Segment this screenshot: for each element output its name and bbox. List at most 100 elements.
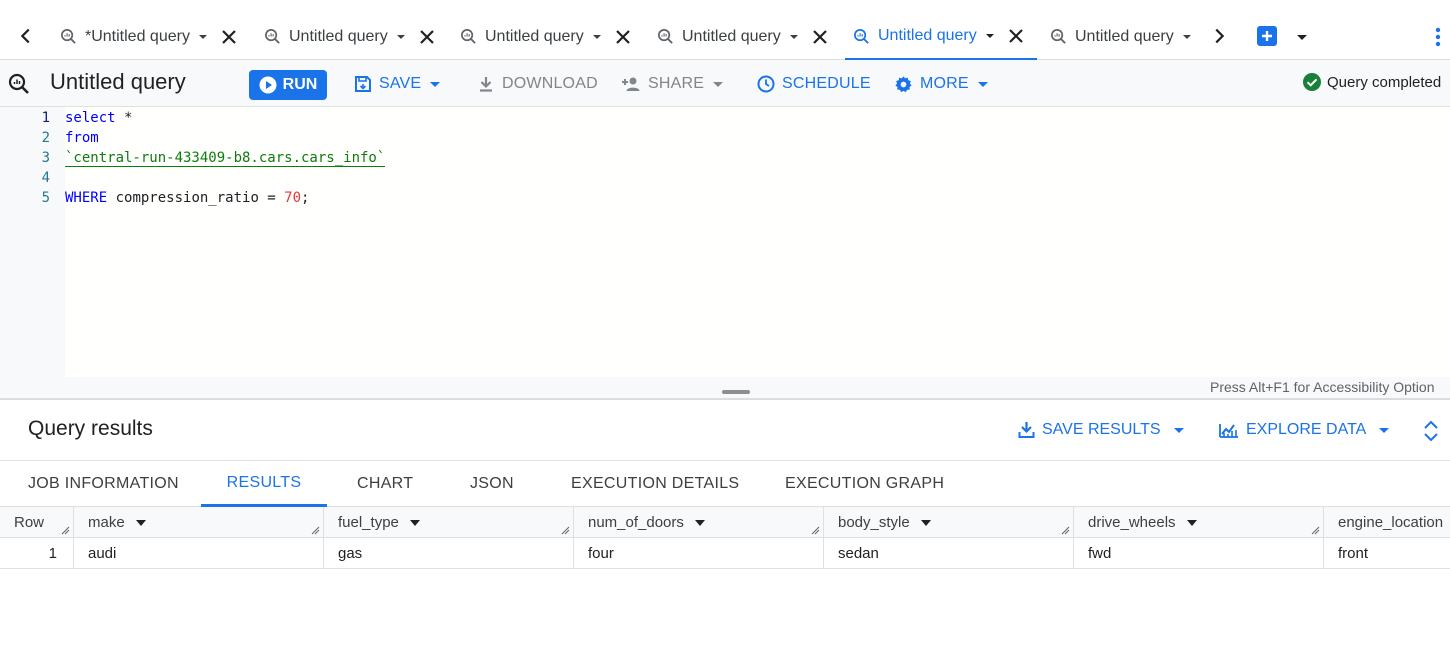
sort-dropdown-icon[interactable] — [694, 517, 706, 529]
query-tab[interactable]: Untitled query — [256, 14, 438, 59]
table-cell[interactable]: audi — [74, 538, 324, 569]
chevron-down-icon[interactable] — [983, 29, 997, 43]
column-header-num-of-doors[interactable]: num_of_doors — [574, 507, 824, 538]
chevron-down-icon — [977, 82, 988, 87]
resize-icon[interactable] — [561, 526, 570, 535]
column-header-fuel-type[interactable]: fuel_type — [324, 507, 574, 538]
close-icon[interactable] — [218, 26, 240, 48]
code-area[interactable] — [65, 107, 1450, 377]
table-cell[interactable]: gas — [324, 538, 574, 569]
sort-dropdown-icon[interactable] — [1186, 517, 1198, 529]
column-header-label: drive_wheels — [1088, 514, 1176, 531]
sql-text: * — [115, 110, 133, 126]
sort-dropdown-icon[interactable] — [920, 517, 932, 529]
query-tab[interactable]: *Untitled query — [52, 14, 240, 59]
query-icon — [265, 29, 280, 44]
add-query-plus-icon[interactable] — [1257, 26, 1277, 46]
table-row[interactable]: 1 audi gas four sedan fwd front — [0, 538, 1450, 569]
tab-label: Untitled query — [682, 27, 781, 45]
code-line[interactable]: `central-run-433409-b8.cars.cars_info` — [65, 150, 386, 167]
chevron-down-icon[interactable] — [787, 30, 801, 44]
query-icon — [8, 73, 29, 94]
code-line[interactable]: WHERE compression_ratio = 70; — [65, 190, 309, 206]
close-icon[interactable] — [612, 26, 634, 48]
tab-job-information[interactable]: JOB INFORMATION — [28, 461, 179, 507]
resize-drag-handle[interactable] — [722, 390, 750, 394]
close-icon[interactable] — [416, 26, 438, 48]
column-header-label: fuel_type — [338, 514, 399, 531]
sql-text: compression_ratio = — [107, 190, 285, 206]
chevron-down-icon — [430, 82, 441, 87]
tab-results[interactable]: RESULTS — [201, 461, 327, 507]
sql-table-reference[interactable]: `central-run-433409-b8.cars.cars_info` — [65, 150, 386, 167]
table-cell[interactable]: sedan — [824, 538, 1074, 569]
query-tab[interactable]: Untitled query — [1042, 14, 1194, 59]
resize-icon[interactable] — [1061, 526, 1070, 535]
query-tab-active[interactable]: Untitled query — [845, 14, 1037, 60]
insights-chart-icon — [1219, 424, 1238, 438]
tab-label: Untitled query — [289, 27, 388, 45]
column-header-label: num_of_doors — [588, 514, 684, 531]
results-tab-bar: JOB INFORMATION RESULTS CHART JSON EXECU… — [0, 460, 1450, 507]
sort-dropdown-icon[interactable] — [135, 517, 147, 529]
resize-icon[interactable] — [811, 526, 820, 535]
save-results-button[interactable]: SAVE RESULTS — [1018, 419, 1186, 441]
line-number: 5 — [41, 190, 50, 206]
sql-text: ; — [301, 190, 310, 206]
table-cell[interactable]: front — [1324, 538, 1450, 569]
resize-icon[interactable] — [1311, 526, 1320, 535]
column-header-body-style[interactable]: body_style — [824, 507, 1074, 538]
tab-label: *Untitled query — [85, 27, 190, 45]
column-header-engine-location[interactable]: engine_location — [1324, 507, 1450, 538]
chevron-down-icon[interactable] — [1180, 30, 1194, 44]
column-header-drive-wheels[interactable]: drive_wheels — [1074, 507, 1324, 538]
unfold-icon[interactable] — [1422, 418, 1440, 444]
play-icon — [259, 76, 277, 94]
query-toolbar: Untitled query RUN SAVE DOWNLOAD SHARE S… — [0, 60, 1450, 107]
close-icon[interactable] — [809, 26, 831, 48]
chevron-down-icon[interactable] — [1294, 30, 1310, 46]
resize-icon[interactable] — [61, 526, 70, 535]
sql-editor[interactable]: 1 2 3 4 5 select * from `central-run-433… — [0, 107, 1450, 400]
share-button[interactable]: SHARE — [621, 72, 725, 96]
chevron-down-icon[interactable] — [394, 30, 408, 44]
more-vert-icon[interactable] — [1430, 26, 1446, 48]
schedule-button-label: SCHEDULE — [782, 75, 871, 92]
schedule-button[interactable]: SCHEDULE — [757, 72, 871, 96]
sort-dropdown-icon[interactable] — [409, 517, 421, 529]
more-button[interactable]: MORE — [894, 72, 990, 96]
chevron-down-icon — [1173, 428, 1184, 433]
table-cell[interactable]: fwd — [1074, 538, 1324, 569]
gear-icon — [895, 75, 912, 92]
status-text: Query completed — [1327, 73, 1442, 91]
resize-icon[interactable] — [311, 526, 320, 535]
tab-execution-graph[interactable]: EXECUTION GRAPH — [785, 461, 944, 507]
scroll-tabs-left-icon[interactable] — [12, 22, 40, 50]
chevron-down-icon[interactable] — [590, 30, 604, 44]
column-header-label: Row — [14, 514, 45, 531]
query-tab[interactable]: Untitled query — [452, 14, 634, 59]
tab-label: Untitled query — [878, 27, 977, 44]
save-button[interactable]: SAVE — [354, 72, 442, 96]
download-button[interactable]: DOWNLOAD — [477, 72, 598, 96]
column-header-label: engine_location — [1338, 514, 1444, 531]
column-header-row[interactable]: Row — [0, 507, 74, 538]
explore-data-button[interactable]: EXPLORE DATA — [1219, 419, 1391, 441]
table-cell[interactable]: four — [574, 538, 824, 569]
run-button[interactable]: RUN — [249, 70, 327, 100]
scroll-tabs-right-icon[interactable] — [1205, 22, 1233, 50]
clock-icon — [757, 75, 775, 93]
close-icon[interactable] — [1005, 25, 1027, 47]
column-header-make[interactable]: make — [74, 507, 324, 538]
share-button-label: SHARE — [648, 75, 705, 92]
query-tab[interactable]: Untitled query — [649, 14, 831, 59]
code-line[interactable]: from — [65, 130, 99, 146]
chevron-down-icon[interactable] — [196, 30, 210, 44]
query-icon — [1051, 29, 1066, 44]
sql-keyword: select — [65, 110, 116, 126]
code-line[interactable]: select * — [65, 110, 132, 126]
tab-chart[interactable]: CHART — [357, 461, 413, 507]
tab-json[interactable]: JSON — [470, 461, 514, 507]
tab-execution-details[interactable]: EXECUTION DETAILS — [571, 461, 739, 507]
person-add-icon — [622, 77, 640, 91]
